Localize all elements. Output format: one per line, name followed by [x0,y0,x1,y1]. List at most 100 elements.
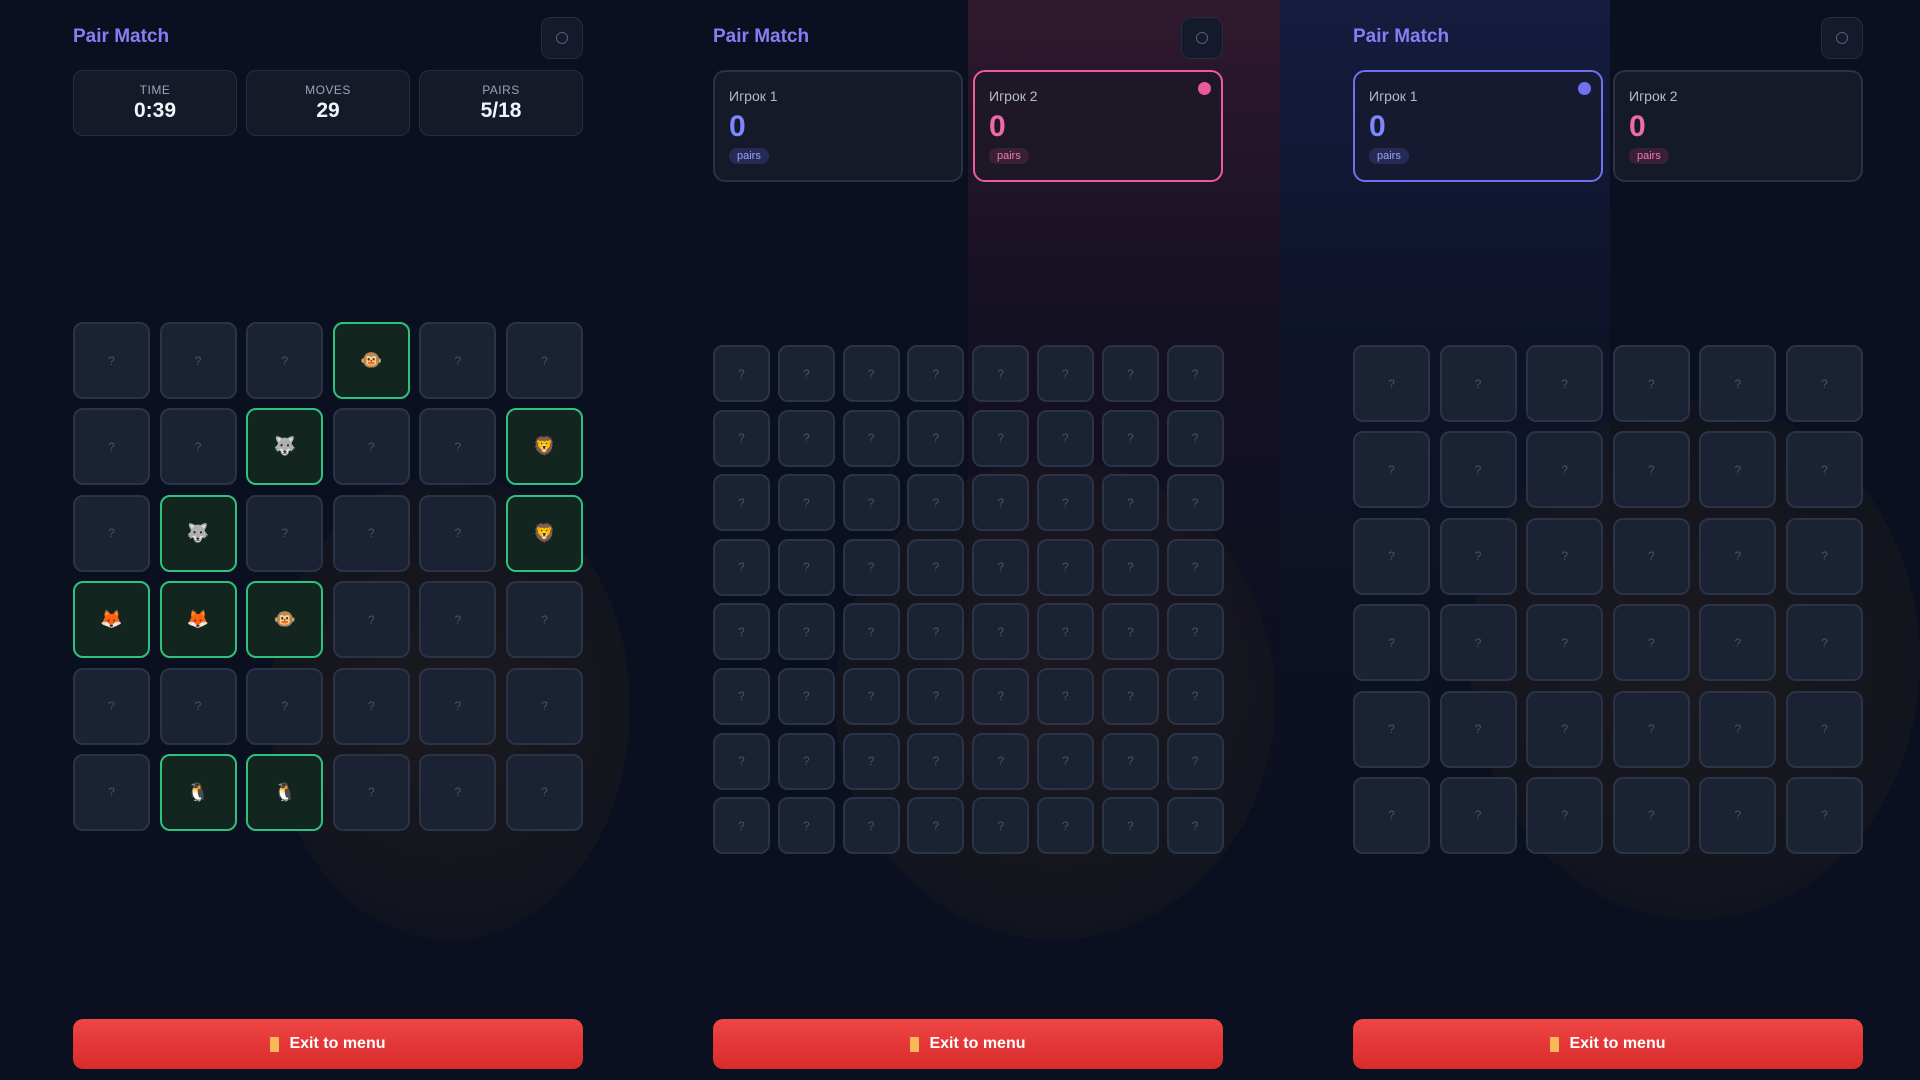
card-hidden[interactable]: ? [1166,667,1224,725]
card-hidden[interactable]: ? [713,538,770,596]
card-hidden[interactable]: ? [1785,776,1863,854]
card-open[interactable]: 🐺 [246,408,324,486]
card-hidden[interactable]: ? [419,408,497,486]
card-hidden[interactable]: ? [1439,517,1517,595]
card-hidden[interactable]: ? [1439,431,1517,509]
card-hidden[interactable]: ? [1101,797,1159,855]
card-hidden[interactable]: ? [1699,690,1777,768]
card-hidden[interactable]: ? [1036,345,1094,402]
card-hidden[interactable]: ? [1699,517,1777,595]
card-hidden[interactable]: ? [1526,604,1604,682]
card-hidden[interactable]: ? [1785,690,1863,768]
card-hidden[interactable]: ? [972,345,1030,402]
card-open[interactable]: 🦊 [73,581,150,659]
card-hidden[interactable]: ? [1612,690,1690,768]
card-open[interactable]: 🦁 [505,494,583,572]
card-hidden[interactable]: ? [73,494,150,572]
card-hidden[interactable]: ? [1439,345,1517,422]
card-open[interactable]: 🐧 [159,753,237,831]
card-hidden[interactable]: ? [419,322,497,399]
card-hidden[interactable]: ? [1101,667,1159,725]
card-hidden[interactable]: ? [1101,538,1159,596]
card-hidden[interactable]: ? [907,797,965,855]
card-hidden[interactable]: ? [777,474,835,532]
card-hidden[interactable]: ? [1036,797,1094,855]
card-hidden[interactable]: ? [842,409,900,467]
card-hidden[interactable]: ? [332,753,410,831]
card-hidden[interactable]: ? [842,345,900,402]
card-hidden[interactable]: ? [1166,797,1224,855]
card-hidden[interactable]: ? [1036,538,1094,596]
exit-button[interactable]: Exit to menu [1353,1019,1863,1069]
card-hidden[interactable]: ? [1785,431,1863,509]
card-hidden[interactable]: ? [505,667,583,745]
card-hidden[interactable]: ? [246,667,324,745]
card-hidden[interactable]: ? [159,322,237,399]
card-hidden[interactable]: ? [1699,776,1777,854]
card-hidden[interactable]: ? [777,667,835,725]
card-hidden[interactable]: ? [332,581,410,659]
card-hidden[interactable]: ? [713,345,770,402]
card-hidden[interactable]: ? [842,538,900,596]
card-hidden[interactable]: ? [1166,603,1224,661]
card-hidden[interactable]: ? [1526,690,1604,768]
card-hidden[interactable]: ? [1439,604,1517,682]
card-hidden[interactable]: ? [777,538,835,596]
card-hidden[interactable]: ? [159,408,237,486]
card-hidden[interactable]: ? [246,322,324,399]
card-hidden[interactable]: ? [713,732,770,790]
card-hidden[interactable]: ? [1353,517,1430,595]
card-hidden[interactable]: ? [332,408,410,486]
card-hidden[interactable]: ? [907,667,965,725]
card-hidden[interactable]: ? [907,732,965,790]
card-open[interactable]: 🦊 [159,581,237,659]
settings-button[interactable] [1821,17,1863,59]
card-hidden[interactable]: ? [1101,732,1159,790]
card-hidden[interactable]: ? [1036,409,1094,467]
card-hidden[interactable]: ? [842,732,900,790]
card-hidden[interactable]: ? [1612,431,1690,509]
card-hidden[interactable]: ? [1353,604,1430,682]
card-hidden[interactable]: ? [1699,345,1777,422]
card-hidden[interactable]: ? [505,581,583,659]
card-hidden[interactable]: ? [1785,345,1863,422]
settings-button[interactable] [1181,17,1223,59]
card-hidden[interactable]: ? [907,474,965,532]
card-hidden[interactable]: ? [1612,345,1690,422]
card-hidden[interactable]: ? [1785,604,1863,682]
card-hidden[interactable]: ? [713,603,770,661]
card-hidden[interactable]: ? [907,603,965,661]
card-hidden[interactable]: ? [972,667,1030,725]
card-hidden[interactable]: ? [972,538,1030,596]
card-hidden[interactable]: ? [1353,345,1430,422]
card-hidden[interactable]: ? [1101,603,1159,661]
card-hidden[interactable]: ? [842,667,900,725]
card-hidden[interactable]: ? [1101,409,1159,467]
card-hidden[interactable]: ? [1036,474,1094,532]
card-hidden[interactable]: ? [777,732,835,790]
card-hidden[interactable]: ? [1353,690,1430,768]
exit-button[interactable]: Exit to menu [713,1019,1223,1069]
card-hidden[interactable]: ? [1526,776,1604,854]
card-hidden[interactable]: ? [1612,517,1690,595]
card-hidden[interactable]: ? [842,474,900,532]
card-hidden[interactable]: ? [907,538,965,596]
card-hidden[interactable]: ? [1166,474,1224,532]
card-hidden[interactable]: ? [1101,474,1159,532]
card-hidden[interactable]: ? [332,494,410,572]
card-hidden[interactable]: ? [1612,776,1690,854]
card-hidden[interactable]: ? [1166,345,1224,402]
card-hidden[interactable]: ? [73,667,150,745]
card-hidden[interactable]: ? [419,753,497,831]
card-hidden[interactable]: ? [1353,431,1430,509]
card-hidden[interactable]: ? [73,322,150,399]
card-hidden[interactable]: ? [713,667,770,725]
card-hidden[interactable]: ? [505,753,583,831]
card-hidden[interactable]: ? [1699,604,1777,682]
card-hidden[interactable]: ? [419,581,497,659]
settings-button[interactable] [541,17,583,59]
card-hidden[interactable]: ? [1166,732,1224,790]
card-hidden[interactable]: ? [1036,667,1094,725]
card-open[interactable]: 🦁 [505,408,583,486]
card-hidden[interactable]: ? [842,603,900,661]
